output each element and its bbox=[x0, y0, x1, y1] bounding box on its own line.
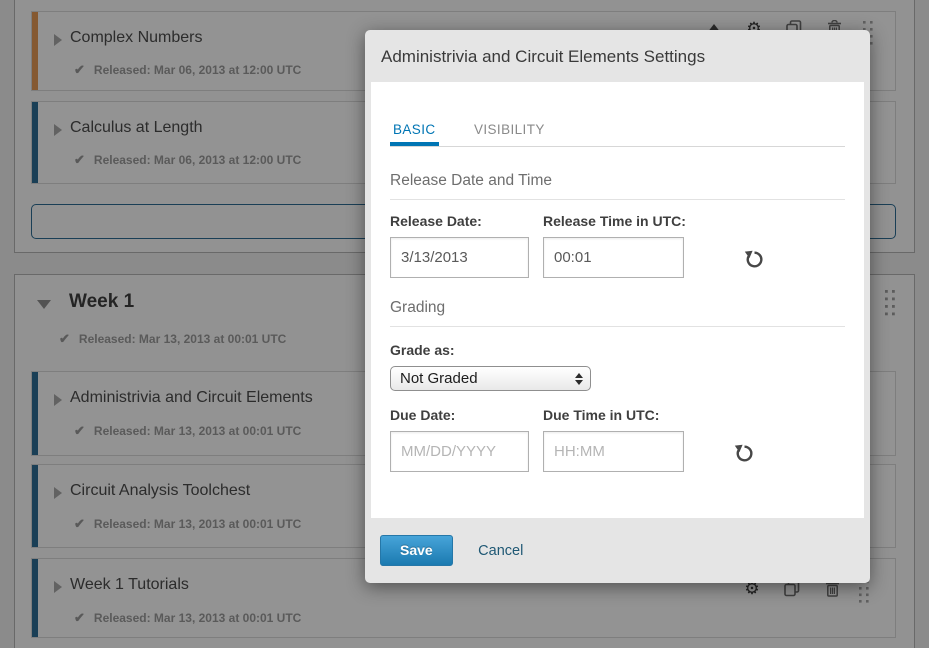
tab-basic[interactable]: BASIC bbox=[390, 122, 439, 146]
grade-as-label: Grade as: bbox=[390, 342, 845, 358]
due-date-input[interactable] bbox=[390, 431, 529, 472]
settings-tabs: BASIC VISIBILITY bbox=[390, 82, 845, 147]
modal-title: Administrivia and Circuit Elements Setti… bbox=[365, 30, 870, 67]
grade-as-selected-value: Not Graded bbox=[400, 370, 478, 387]
grade-as-select[interactable]: Not Graded bbox=[390, 366, 591, 391]
due-time-input[interactable] bbox=[543, 431, 684, 472]
grading-section-heading: Grading bbox=[390, 299, 845, 327]
modal-actions: Save Cancel bbox=[365, 518, 870, 566]
release-time-input[interactable] bbox=[543, 237, 684, 278]
reset-release-date-button[interactable] bbox=[744, 249, 764, 271]
release-date-label: Release Date: bbox=[390, 213, 529, 229]
modal-body: BASIC VISIBILITY Release Date and Time R… bbox=[371, 82, 864, 518]
due-date-label: Due Date: bbox=[390, 407, 529, 423]
due-time-label: Due Time in UTC: bbox=[543, 407, 684, 423]
course-outline-page: Complex Numbers ✔Released: Mar 06, 2013 … bbox=[0, 0, 929, 648]
subsection-settings-modal: Administrivia and Circuit Elements Setti… bbox=[365, 30, 870, 583]
cancel-link[interactable]: Cancel bbox=[478, 543, 523, 559]
reset-icon bbox=[744, 249, 764, 269]
release-date-input[interactable] bbox=[390, 237, 529, 278]
select-arrows-icon bbox=[575, 373, 583, 385]
release-section-heading: Release Date and Time bbox=[390, 172, 845, 200]
reset-due-date-button[interactable] bbox=[734, 443, 754, 465]
reset-icon bbox=[734, 443, 754, 463]
release-time-label: Release Time in UTC: bbox=[543, 213, 686, 229]
tab-visibility[interactable]: VISIBILITY bbox=[471, 122, 548, 146]
save-button[interactable]: Save bbox=[380, 535, 453, 566]
